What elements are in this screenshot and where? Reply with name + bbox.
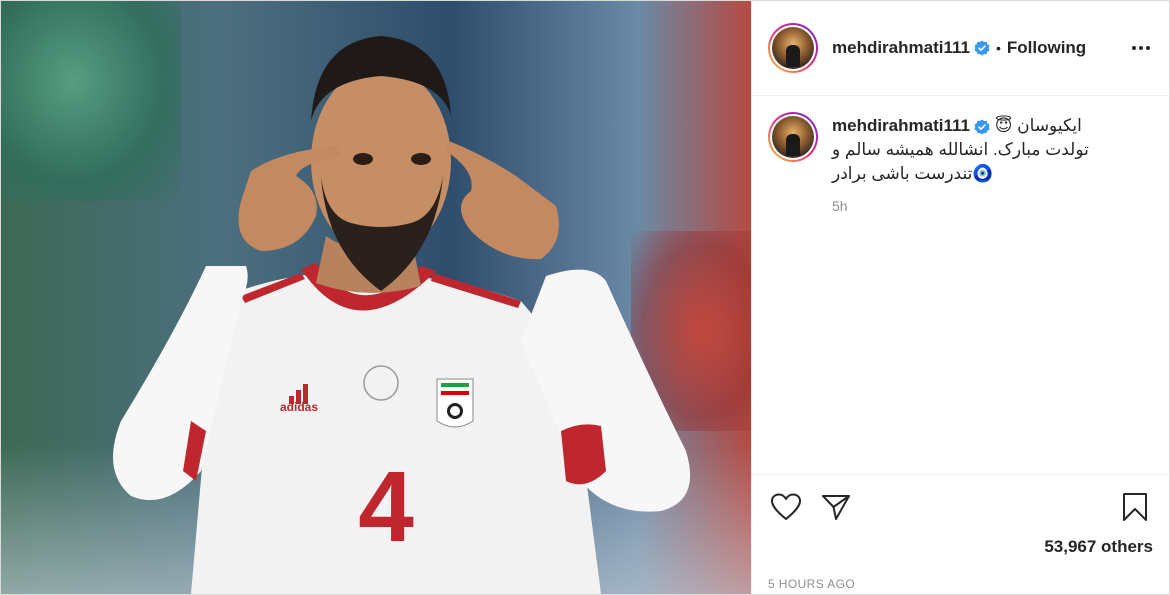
action-bar xyxy=(768,487,1153,527)
caption-line-3: 🧿تندرست باشی برادر xyxy=(832,164,994,183)
player-photo: adidas 4 xyxy=(113,36,691,594)
caption-line-1: ایکیوسان 😇 xyxy=(994,116,1082,135)
caption-relative-time[interactable]: 5h xyxy=(832,198,1089,214)
instagram-post: adidas 4 mehdirahmati111 • Following meh… xyxy=(0,0,1170,595)
post-sidebar: mehdirahmati111 • Following mehdirahmati… xyxy=(751,1,1169,594)
author-avatar[interactable] xyxy=(768,23,818,73)
post-header: mehdirahmati111 • Following xyxy=(752,1,1169,96)
post-caption: mehdirahmati111 ایکیوسان 😇 تولدت مبارک. … xyxy=(768,112,1153,214)
avatar-image xyxy=(772,27,814,69)
following-button[interactable]: Following xyxy=(1007,38,1086,58)
caption-author-avatar[interactable] xyxy=(768,112,818,162)
adidas-wordmark: adidas xyxy=(280,400,318,414)
avatar-image xyxy=(772,116,814,158)
post-image[interactable]: adidas 4 xyxy=(1,1,751,594)
author-username[interactable]: mehdirahmati111 xyxy=(832,38,970,58)
caption-line-2: تولدت مبارک. انشالله همیشه سالم و xyxy=(832,140,1089,159)
separator-dot: • xyxy=(995,40,1001,56)
caption-text: mehdirahmati111 ایکیوسان 😇 تولدت مبارک. … xyxy=(832,114,1089,186)
verified-badge-icon xyxy=(974,119,990,135)
more-dots-icon[interactable] xyxy=(1129,36,1153,60)
caption-author-username[interactable]: mehdirahmati111 xyxy=(832,116,970,135)
likes-count[interactable]: 53,967 others xyxy=(768,537,1153,557)
verified-badge-icon xyxy=(974,40,990,56)
caption-body: mehdirahmati111 ایکیوسان 😇 تولدت مبارک. … xyxy=(832,114,1089,214)
comments-section: mehdirahmati111 ایکیوسان 😇 تولدت مبارک. … xyxy=(752,96,1169,474)
jersey-number: 4 xyxy=(358,451,414,563)
bookmark-icon[interactable] xyxy=(1117,489,1153,525)
heart-icon[interactable] xyxy=(768,489,804,525)
paper-plane-icon[interactable] xyxy=(818,489,854,525)
post-timestamp[interactable]: 5 HOURS AGO xyxy=(768,577,1153,591)
engagement-section: 53,967 others 5 HOURS AGO xyxy=(752,474,1169,594)
